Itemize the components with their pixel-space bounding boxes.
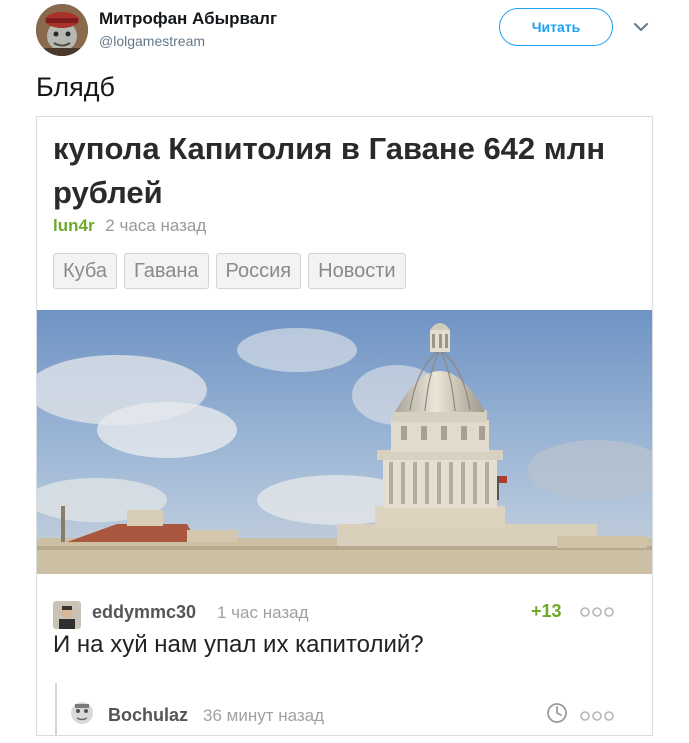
- more-dots-icon[interactable]: [579, 709, 615, 723]
- comment-author[interactable]: eddymmc30: [92, 602, 196, 623]
- post-title: купола Капитолия в Гаване 642 млн рублей: [53, 131, 606, 210]
- comment-time: 36 минут назад: [203, 706, 325, 725]
- comment-rating: +13: [531, 601, 562, 621]
- tweet-text: Блядб: [36, 72, 116, 102]
- capitol-photo: [37, 310, 652, 574]
- avatar[interactable]: [36, 4, 88, 56]
- tag[interactable]: Россия: [215, 253, 302, 289]
- user-handle[interactable]: @lolgamestream: [99, 33, 205, 49]
- follow-button[interactable]: Читать: [499, 8, 613, 46]
- comment-text: И на хуй нам упал их капитолий?: [53, 631, 424, 658]
- avatar[interactable]: [67, 699, 97, 729]
- tag[interactable]: Куба: [53, 253, 117, 289]
- tag-list: Куба Гавана Россия Новости: [53, 253, 406, 289]
- comment-time: 1 час назад: [217, 603, 309, 622]
- tag[interactable]: Гавана: [124, 253, 209, 289]
- more-dots-icon[interactable]: [579, 605, 615, 619]
- tweet-header: Митрофан Абырвалг @lolgamestream Читать: [0, 0, 689, 64]
- comment-author[interactable]: Bochulaz: [108, 705, 188, 726]
- post-time: 2 часа назад: [105, 216, 207, 235]
- chevron-down-icon[interactable]: [632, 18, 650, 36]
- avatar[interactable]: [53, 601, 81, 629]
- comment-reply: Bochulaz 36 минут назад: [37, 695, 652, 735]
- tag[interactable]: Новости: [308, 253, 406, 289]
- post-meta: lun4r 2 часа назад: [53, 216, 206, 236]
- clock-icon[interactable]: [546, 702, 568, 724]
- comment: eddymmc30 1 час назад +13 И на хуй нам у…: [37, 595, 652, 658]
- post-author[interactable]: lun4r: [53, 216, 95, 235]
- display-name[interactable]: Митрофан Абырвалг: [99, 9, 277, 29]
- embedded-screenshot: купола Капитолия в Гаване 642 млн рублей…: [36, 116, 653, 736]
